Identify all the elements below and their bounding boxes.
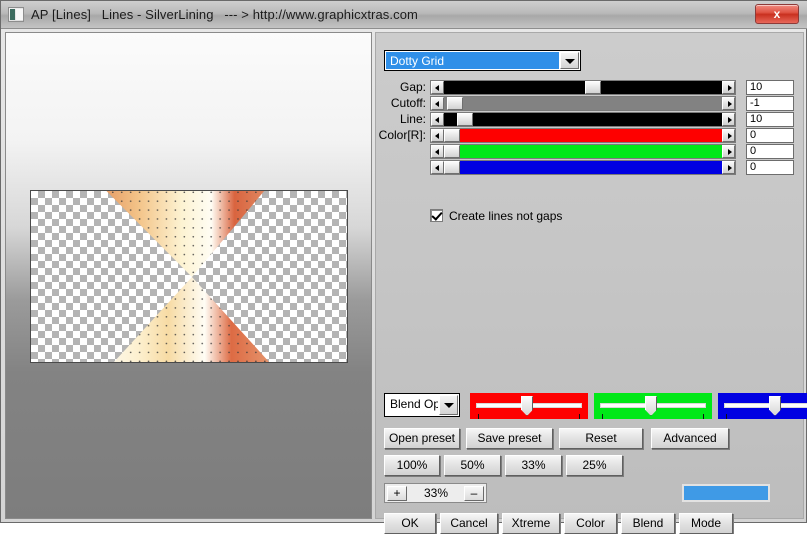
dialog-body: Dotty Grid Gap: 10 Cutoff: -1 Line: 10 Color[R…: [1, 29, 807, 534]
slider-thumb[interactable]: [585, 81, 601, 94]
slider-thumb[interactable]: [457, 113, 473, 126]
slider-fill: [444, 97, 722, 110]
slider-left-arrow-icon[interactable]: [431, 97, 444, 110]
slider-3[interactable]: [430, 128, 736, 143]
slider-1[interactable]: [430, 96, 736, 111]
slider-right-arrow-icon[interactable]: [722, 129, 735, 142]
slider-left-arrow-icon[interactable]: [431, 113, 444, 126]
slider-right-arrow-icon[interactable]: [722, 97, 735, 110]
slider-thumb[interactable]: [444, 129, 460, 142]
rgb-tick: [579, 414, 580, 419]
rgb-tick: [602, 414, 603, 419]
slider-value-field-0[interactable]: 10: [746, 80, 794, 95]
open-preset-button[interactable]: Open preset: [384, 428, 460, 449]
slider-label-2: Line:: [399, 112, 426, 126]
rgb-slider-knob[interactable]: [769, 396, 781, 416]
slider-fill: [444, 129, 722, 142]
reset-button[interactable]: Reset: [559, 428, 643, 449]
slider-fill: [444, 113, 722, 126]
slider-left-arrow-icon[interactable]: [431, 145, 444, 158]
slider-thumb[interactable]: [444, 145, 460, 158]
document-icon: [8, 7, 24, 22]
zoom-33-button[interactable]: 33%: [505, 455, 562, 476]
slider-right-arrow-icon[interactable]: [722, 161, 735, 174]
slider-fill: [444, 81, 722, 94]
create-lines-checkbox-label: Create lines not gaps: [449, 209, 563, 223]
zoom-stepper[interactable]: + 33% –: [384, 483, 487, 503]
slider-track[interactable]: [444, 81, 722, 94]
preset-combo[interactable]: Dotty Grid: [384, 50, 581, 71]
mode-button[interactable]: Mode: [679, 513, 733, 534]
slider-value-field-4[interactable]: 0: [746, 144, 794, 159]
blend-options-value: Blend Opti: [386, 395, 438, 415]
zoom-100-button[interactable]: 100%: [384, 455, 440, 476]
slider-value-field-1[interactable]: -1: [746, 96, 794, 111]
slider-track[interactable]: [444, 129, 722, 142]
rgb-slider-rail: [724, 403, 807, 408]
color-button[interactable]: Color: [564, 513, 617, 534]
zoom-50-button[interactable]: 50%: [444, 455, 501, 476]
title-segment-filter: Lines - SilverLining: [101, 7, 214, 22]
preview-pane: [5, 32, 372, 519]
title-segment-url: --- > http://www.graphicxtras.com: [224, 7, 418, 22]
slider-label-0: Gap:: [399, 80, 426, 94]
rgb-slider-green[interactable]: [594, 393, 712, 419]
preview-artwork: [106, 191, 270, 362]
rgb-tick: [478, 414, 479, 419]
zoom-25-button[interactable]: 25%: [566, 455, 623, 476]
slider-thumb[interactable]: [444, 161, 460, 174]
blend-options-combo[interactable]: Blend Opti: [384, 393, 460, 417]
slider-thumb[interactable]: [447, 97, 463, 110]
check-icon[interactable]: [430, 209, 443, 222]
slider-track[interactable]: [444, 97, 722, 110]
cancel-button[interactable]: Cancel: [440, 513, 498, 534]
slider-left-arrow-icon[interactable]: [431, 81, 444, 94]
slider-fill: [444, 145, 722, 158]
slider-5[interactable]: [430, 160, 736, 175]
rgb-slider-knob[interactable]: [521, 396, 533, 416]
zoom-level-value: 33%: [423, 486, 449, 500]
slider-right-arrow-icon[interactable]: [722, 113, 735, 126]
close-button[interactable]: x: [755, 4, 799, 24]
preset-combo-value: Dotty Grid: [386, 52, 559, 69]
slider-track[interactable]: [444, 145, 722, 158]
slider-value-field-3[interactable]: 0: [746, 128, 794, 143]
zoom-out-button[interactable]: –: [464, 486, 484, 501]
slider-fill: [444, 161, 722, 174]
slider-label-3: Color[R]:: [378, 128, 426, 142]
xtreme-button[interactable]: Xtreme: [502, 513, 560, 534]
slider-0[interactable]: [430, 80, 736, 95]
rgb-slider-red[interactable]: [470, 393, 588, 419]
chevron-down-icon[interactable]: [439, 395, 458, 415]
save-preset-button[interactable]: Save preset: [466, 428, 553, 449]
zoom-in-button[interactable]: +: [387, 486, 407, 501]
slider-left-arrow-icon[interactable]: [431, 129, 444, 142]
slider-value-field-2[interactable]: 10: [746, 112, 794, 127]
plugin-dialog-window: AP [Lines] Lines - SilverLining --- > ht…: [0, 0, 807, 534]
slider-right-arrow-icon[interactable]: [722, 81, 735, 94]
slider-4[interactable]: [430, 144, 736, 159]
slider-value-field-5[interactable]: 0: [746, 160, 794, 175]
chevron-down-icon[interactable]: [560, 52, 579, 69]
slider-2[interactable]: [430, 112, 736, 127]
image-preview-canvas[interactable]: [30, 190, 348, 363]
slider-track[interactable]: [444, 161, 722, 174]
advanced-button[interactable]: Advanced: [651, 428, 729, 449]
slider-track[interactable]: [444, 113, 722, 126]
slider-left-arrow-icon[interactable]: [431, 161, 444, 174]
title-bar: AP [Lines] Lines - SilverLining --- > ht…: [1, 1, 807, 29]
blend-button[interactable]: Blend: [621, 513, 675, 534]
rgb-slider-knob[interactable]: [645, 396, 657, 416]
controls-pane: Dotty Grid Gap: 10 Cutoff: -1 Line: 10 Color[R…: [375, 32, 807, 534]
title-segment-app: AP [Lines]: [31, 7, 92, 22]
window-title: AP [Lines] Lines - SilverLining --- > ht…: [31, 6, 425, 24]
ok-button[interactable]: OK: [384, 513, 436, 534]
rgb-slider-blue[interactable]: [718, 393, 807, 419]
rgb-tick: [703, 414, 704, 419]
rgb-tick: [726, 414, 727, 419]
slider-label-1: Cutoff:: [390, 96, 426, 110]
color-swatch[interactable]: [682, 484, 770, 502]
slider-right-arrow-icon[interactable]: [722, 145, 735, 158]
